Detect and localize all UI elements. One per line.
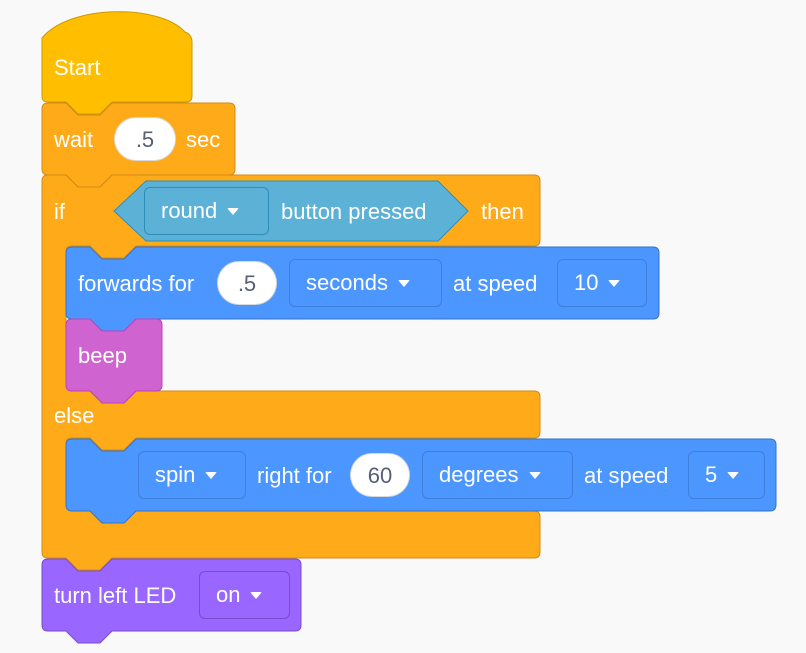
forwards-speed-dropdown[interactable]: 10	[557, 259, 647, 307]
forwards-speed-label: at speed	[453, 271, 538, 296]
wait-label: wait	[54, 127, 94, 152]
spin-mode-value: spin	[155, 462, 196, 487]
caret-down-icon	[205, 471, 218, 479]
else-label: else	[54, 403, 95, 428]
forwards-unit-value: seconds	[306, 270, 388, 295]
forwards-label: forwards for	[78, 271, 195, 296]
then-label: then	[481, 199, 524, 224]
caret-down-icon	[727, 471, 740, 479]
button-pressed-label: button pressed	[281, 199, 427, 224]
if-label: if	[54, 199, 65, 224]
led-state-value: on	[216, 582, 241, 607]
spin-unit-value: degrees	[439, 462, 519, 487]
led-label: turn left LED	[54, 583, 177, 608]
spin-direction-label: right for	[257, 463, 332, 488]
spin-mode-dropdown[interactable]: spin	[138, 451, 246, 499]
button-dropdown-value: round	[161, 198, 218, 223]
block-shapes	[41, 11, 777, 644]
caret-down-icon	[250, 591, 263, 599]
wait-unit-label: sec	[186, 127, 221, 152]
caret-down-icon	[227, 207, 240, 215]
button-dropdown[interactable]: round	[144, 187, 269, 235]
caret-down-icon	[528, 471, 541, 479]
spin-speed-dropdown[interactable]: 5	[688, 451, 765, 499]
led-state-dropdown[interactable]: on	[199, 571, 290, 619]
spin-speed-label: at speed	[584, 463, 669, 488]
caret-down-icon	[608, 279, 621, 287]
wait-duration-input[interactable]: .5	[114, 117, 176, 161]
forwards-duration-input[interactable]: .5	[217, 261, 277, 305]
forwards-unit-dropdown[interactable]: seconds	[289, 259, 442, 307]
spin-unit-dropdown[interactable]: degrees	[422, 451, 573, 499]
caret-down-icon	[397, 279, 410, 287]
spin-speed-value: 5	[705, 462, 718, 487]
spin-amount-input[interactable]: 60	[350, 453, 410, 497]
start-label: Start	[54, 55, 101, 80]
beep-label: beep	[78, 343, 127, 368]
forwards-speed-value: 10	[574, 270, 599, 295]
